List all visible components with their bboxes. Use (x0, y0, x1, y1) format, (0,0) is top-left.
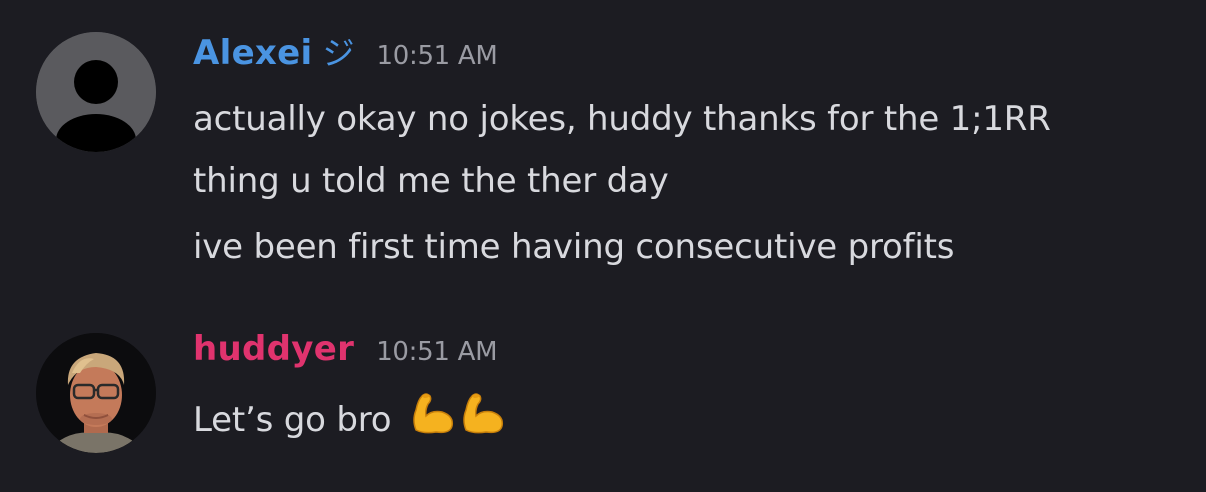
default-user-icon (36, 32, 156, 152)
timestamp: 10:51 AM (376, 337, 498, 367)
name-suffix: ジ (322, 34, 355, 72)
message-line: Let’s go bro (193, 389, 1183, 454)
message-line: actually okay no jokes, huddy thanks for… (193, 99, 1051, 139)
message-header: huddyer 10:51 AM (193, 329, 498, 377)
message-content: Let’s go bro (193, 389, 1183, 454)
flexed-biceps-icon (408, 390, 458, 454)
message-header: Alexei ジ 10:51 AM (193, 28, 498, 76)
username[interactable]: huddyer (193, 329, 354, 369)
username[interactable]: Alexei (193, 33, 312, 73)
avatar[interactable] (36, 32, 156, 152)
avatar[interactable] (36, 333, 156, 453)
message-line: ive been first time having consecutive p… (193, 227, 955, 267)
message-line: thing u told me the ther day (193, 161, 669, 201)
message-text: Let’s go bro (193, 400, 392, 440)
message-content: actually okay no jokes, huddy thanks for… (193, 88, 1183, 278)
flexed-biceps-icon (458, 390, 508, 454)
chat-log: Alexei ジ 10:51 AM actually okay no jokes, … (0, 0, 1206, 492)
user-photo-icon (36, 333, 156, 453)
timestamp: 10:51 AM (376, 41, 498, 71)
